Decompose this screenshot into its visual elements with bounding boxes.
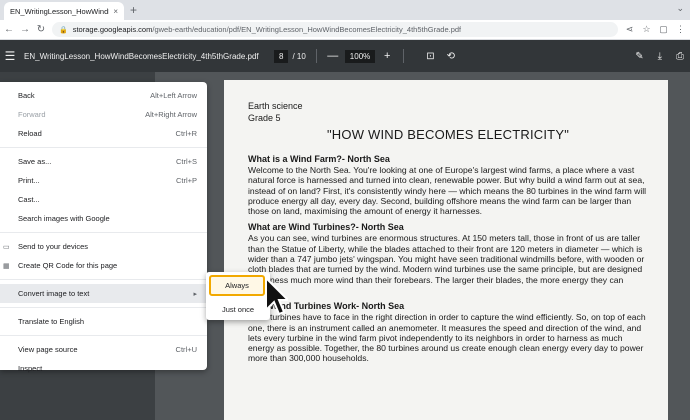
- new-tab-button[interactable]: +: [130, 3, 137, 17]
- section-title: How Wind Turbines Work- North Sea: [248, 301, 405, 312]
- menu-label: Save as...: [18, 157, 52, 166]
- mouse-cursor-icon: [265, 276, 288, 316]
- menu-item-search-images[interactable]: Search images with Google: [0, 209, 207, 228]
- zoom-level-input[interactable]: 100%: [344, 49, 376, 63]
- page-grade: Grade 5: [248, 113, 281, 123]
- pdf-toolbar-actions: ✎ ⤓ ⎙: [635, 51, 690, 62]
- pdf-toolbar: ☰ EN_WritingLesson_HowWindBecomesElectri…: [0, 40, 690, 72]
- menu-item-reload[interactable]: Reload Ctrl+R: [0, 124, 207, 143]
- convert-submenu: Always Just once: [206, 272, 270, 320]
- chevron-right-icon: ▸: [193, 290, 197, 298]
- share-icon[interactable]: ⋖: [624, 24, 635, 35]
- context-menu: Back Alt+Left Arrow Forward Alt+Right Arro…: [0, 82, 207, 373]
- menu-label: Print...: [18, 176, 40, 185]
- download-icon[interactable]: ⤓: [658, 51, 662, 62]
- address-bar[interactable]: 🔒 storage.googleapis.com/gweb-earth/educ…: [52, 22, 618, 37]
- browser-toolbar: ← → ↻ 🔒 storage.googleapis.com/gweb-eart…: [0, 20, 690, 40]
- menu-label: Back: [18, 91, 35, 100]
- menu-shortcut: Ctrl+S: [175, 157, 197, 166]
- menu-shortcut: Ctrl+R: [175, 129, 197, 138]
- device-icon: ▭: [3, 243, 10, 251]
- toolbar-divider: [315, 49, 317, 63]
- pdf-page: Earth science Grade 5 "HOW WIND BECOMES …: [224, 80, 668, 420]
- menu-shortcut: Alt+Left Arrow: [150, 91, 197, 100]
- reload-icon[interactable]: ↻: [36, 24, 46, 35]
- menu-divider: [0, 335, 207, 336]
- menu-shortcut: Ctrl+U: [175, 345, 197, 354]
- menu-item-convert-image[interactable]: Convert image to text ▸: [0, 284, 207, 303]
- page-total: / 10: [292, 51, 306, 61]
- menu-item-print[interactable]: Print... Ctrl+P: [0, 171, 207, 190]
- tab-strip: EN_WritingLesson_HowWindBe... × + ⌄: [0, 0, 690, 20]
- page-number-input[interactable]: 8: [274, 49, 289, 63]
- hamburger-menu-icon[interactable]: ☰: [0, 49, 20, 63]
- zoom-out-button[interactable]: —: [327, 50, 339, 62]
- menu-item-back[interactable]: Back Alt+Left Arrow: [0, 86, 207, 105]
- url-host: storage.googleapis.com: [72, 25, 153, 34]
- menu-divider: [0, 232, 207, 233]
- section-title: What are Wind Turbines?- North Sea: [248, 222, 404, 233]
- forward-arrow-icon[interactable]: →: [20, 24, 30, 35]
- chevron-down-icon[interactable]: ⌄: [676, 3, 684, 14]
- close-icon[interactable]: ×: [113, 7, 118, 16]
- url-path: /gweb-earth/education/pdf/EN_WritingLess…: [152, 25, 462, 34]
- rotate-icon[interactable]: ⟲: [447, 51, 455, 62]
- section-body: Welcome to the North Sea. You're looking…: [248, 165, 647, 217]
- menu-divider: [0, 279, 207, 280]
- menu-label: Inspect: [18, 364, 43, 373]
- pdf-title: EN_WritingLesson_HowWindBecomesElectrici…: [24, 51, 259, 61]
- browser-menu-icon[interactable]: ⋮: [675, 24, 686, 35]
- page-subject: Earth science: [248, 101, 303, 111]
- menu-label: Translate to English: [18, 317, 85, 326]
- zoom-in-button[interactable]: +: [381, 50, 393, 62]
- edit-icon[interactable]: ✎: [635, 51, 643, 62]
- url-text: storage.googleapis.com/gweb-earth/educat…: [73, 25, 461, 34]
- toolbar-divider: [403, 49, 405, 63]
- extension-icon[interactable]: ▢: [658, 24, 669, 35]
- menu-item-create-qr[interactable]: ▦ Create QR Code for this page: [0, 256, 207, 275]
- section-body: Wind turbines have to face in the right …: [248, 312, 646, 364]
- menu-label: View page source: [18, 345, 78, 354]
- menu-item-translate[interactable]: Translate to English: [0, 312, 207, 331]
- menu-divider: [0, 307, 207, 308]
- menu-label: Create QR Code for this page: [18, 261, 118, 270]
- back-arrow-icon[interactable]: ←: [4, 24, 14, 35]
- menu-item-inspect[interactable]: Inspect: [0, 359, 207, 378]
- print-icon[interactable]: ⎙: [676, 51, 684, 62]
- menu-shortcut: Alt+Right Arrow: [145, 110, 197, 119]
- menu-label: Forward: [18, 110, 46, 119]
- menu-item-view-source[interactable]: View page source Ctrl+U: [0, 340, 207, 359]
- menu-label: Convert image to text: [18, 289, 90, 298]
- menu-item-forward[interactable]: Forward Alt+Right Arrow: [0, 105, 207, 124]
- qr-code-icon: ▦: [3, 262, 10, 270]
- menu-divider: [0, 147, 207, 148]
- menu-label: Cast...: [18, 195, 40, 204]
- menu-label: Search images with Google: [18, 214, 110, 223]
- menu-item-send-to-devices[interactable]: ▭ Send to your devices: [0, 237, 207, 256]
- menu-shortcut: Ctrl+P: [175, 176, 197, 185]
- star-icon[interactable]: ☆: [641, 24, 652, 35]
- section-title: What is a Wind Farm?- North Sea: [248, 154, 390, 164]
- lock-icon[interactable]: 🔒: [59, 26, 68, 34]
- tab-title: EN_WritingLesson_HowWindBe...: [10, 6, 109, 16]
- section-body: As you can see, wind turbines are enormo…: [248, 233, 645, 294]
- submenu-item-always[interactable]: Always: [209, 275, 265, 296]
- page-heading: "HOW WIND BECOMES ELECTRICITY": [326, 127, 570, 142]
- menu-label: Send to your devices: [18, 242, 89, 251]
- menu-item-cast[interactable]: Cast...: [0, 190, 207, 209]
- menu-label: Reload: [18, 129, 42, 138]
- menu-item-save-as[interactable]: Save as... Ctrl+S: [0, 152, 207, 171]
- fit-page-icon[interactable]: ⊡: [426, 51, 434, 62]
- browser-tab[interactable]: EN_WritingLesson_HowWindBe... ×: [4, 2, 124, 20]
- submenu-item-just-once[interactable]: Just once: [206, 300, 270, 318]
